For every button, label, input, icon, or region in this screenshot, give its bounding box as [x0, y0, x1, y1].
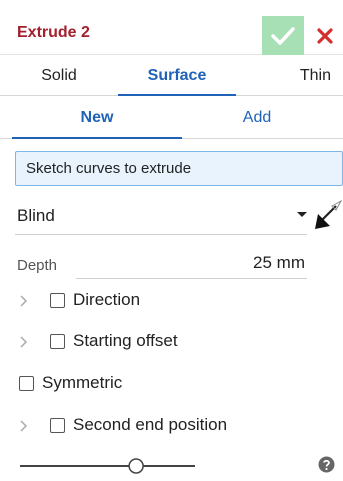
chevron-right-icon[interactable] [20, 295, 28, 307]
direction-checkbox[interactable] [50, 293, 65, 308]
second-end-position-row[interactable]: Second end position [0, 407, 343, 443]
second-end-position-label: Second end position [73, 415, 228, 434]
tab-surface[interactable]: Surface [118, 55, 236, 96]
end-type-value: Blind [17, 206, 55, 225]
symmetric-row[interactable]: Symmetric [0, 365, 343, 401]
dialog-header: Extrude 2 [0, 0, 343, 55]
confirm-button[interactable] [262, 16, 304, 55]
chevron-down-icon [297, 212, 307, 217]
depth-label: Depth [17, 257, 58, 274]
help-icon[interactable] [318, 456, 335, 473]
tab-thin[interactable]: Thin [236, 55, 343, 96]
starting-offset-label: Starting offset [73, 331, 178, 350]
symmetric-label: Symmetric [42, 373, 123, 392]
dialog-title: Extrude 2 [17, 24, 90, 41]
preview-slider[interactable] [20, 458, 195, 474]
depth-input[interactable]: 25 mm [76, 247, 307, 279]
close-icon [316, 27, 333, 44]
flip-direction-button[interactable] [310, 197, 343, 235]
depth-value: 25 mm [253, 253, 305, 272]
extrude-dialog: Extrude 2 Solid Surface Thin New Add Ske… [0, 0, 343, 481]
entities-selection-field[interactable]: Sketch curves to extrude [15, 151, 343, 186]
tab-solid[interactable]: Solid [0, 55, 118, 96]
second-end-position-checkbox[interactable] [50, 418, 65, 433]
chevron-right-icon[interactable] [20, 336, 28, 348]
check-icon [271, 26, 295, 45]
direction-label: Direction [73, 290, 141, 309]
end-type-dropdown[interactable]: Blind [15, 197, 307, 235]
extrude-type-tabs: Solid Surface Thin [0, 55, 343, 96]
tab-new[interactable]: New [12, 99, 182, 139]
slider-thumb[interactable] [128, 458, 144, 474]
symmetric-checkbox[interactable] [19, 376, 34, 391]
chevron-right-icon[interactable] [20, 420, 28, 432]
flip-direction-arrow-icon [315, 199, 343, 229]
starting-offset-row[interactable]: Starting offset [0, 323, 343, 359]
starting-offset-checkbox[interactable] [50, 334, 65, 349]
tab-add[interactable]: Add [182, 99, 332, 139]
operation-tabs: New Add [0, 99, 343, 139]
direction-row[interactable]: Direction [0, 282, 343, 318]
cancel-button[interactable] [306, 16, 343, 55]
